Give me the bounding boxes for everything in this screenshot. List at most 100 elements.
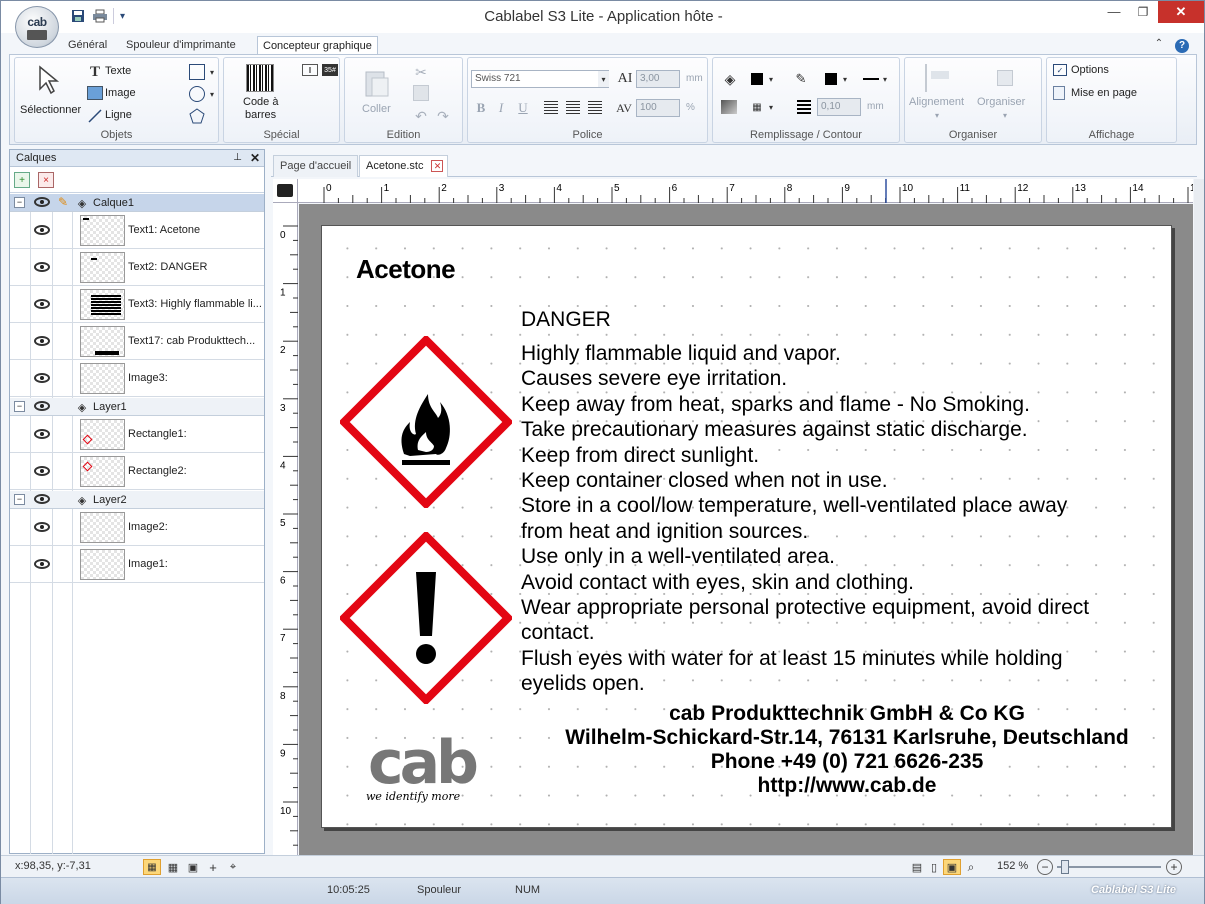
ellipse-dropdown-icon[interactable]: ▾ — [208, 86, 216, 102]
text-tool-button[interactable]: Texte — [105, 65, 131, 77]
fill-color-dropdown-icon[interactable]: ▾ — [767, 72, 775, 86]
font-family-select[interactable]: Swiss 721 — [471, 70, 609, 88]
pattern-dropdown-icon[interactable]: ▾ — [767, 100, 775, 114]
collapse-icon[interactable]: − — [14, 197, 25, 208]
visibility-eye-icon[interactable] — [34, 336, 50, 346]
zoom-slider-track[interactable] — [1057, 866, 1161, 868]
help-icon[interactable]: ? — [1171, 33, 1193, 55]
delete-layer-icon[interactable]: × — [38, 172, 54, 188]
page-layout-button[interactable]: Mise en page — [1071, 87, 1137, 99]
pattern-grid-icon[interactable]: ▦ — [751, 100, 763, 114]
company-address-block[interactable]: cab Produkttechnik GmbH & Co KG Wilhelm-… — [532, 702, 1162, 798]
label-signal-word[interactable]: DANGER — [521, 308, 611, 332]
line-width-field[interactable]: 0,10 — [817, 98, 861, 116]
zoom-in-button[interactable]: + — [1166, 859, 1182, 875]
visibility-eye-icon[interactable] — [34, 262, 50, 272]
line-tool-icon[interactable] — [87, 108, 103, 124]
grid-icon[interactable]: ▦ — [165, 859, 181, 875]
close-tab-icon[interactable]: ✕ — [431, 160, 444, 172]
ellipse-tool-icon[interactable] — [189, 86, 205, 102]
polygon-tool-icon[interactable] — [189, 108, 205, 124]
italic-button[interactable]: I — [494, 100, 508, 116]
redo-icon[interactable]: ↷ — [435, 108, 451, 124]
label-page[interactable]: Acetone DANGER Highly flammable liquid a… — [321, 225, 1172, 828]
visibility-eye-icon[interactable] — [34, 494, 50, 504]
barcode-icon[interactable] — [246, 64, 274, 92]
align-icon[interactable] — [925, 64, 953, 92]
line-tool-button[interactable]: Ligne — [105, 109, 132, 121]
zoom-out-button[interactable]: − — [1037, 859, 1053, 875]
crosshair-icon[interactable]: + — [205, 859, 221, 875]
snap-grid-icon[interactable]: ▦ — [143, 859, 161, 875]
collapse-icon[interactable]: − — [14, 401, 25, 412]
align-right-icon[interactable] — [588, 101, 602, 115]
line-style-icon[interactable] — [863, 78, 879, 80]
tab-general[interactable]: Général — [63, 36, 112, 55]
font-size-field[interactable]: 3,00 — [636, 70, 680, 88]
pin-icon[interactable]: ⊥ — [233, 150, 242, 166]
align-dropdown-icon[interactable]: ▾ — [933, 110, 941, 120]
fit-page-icon[interactable]: ▣ — [943, 859, 961, 875]
line-width-icon[interactable] — [797, 100, 811, 114]
copy-icon[interactable] — [413, 85, 429, 101]
align-center-icon[interactable] — [566, 101, 580, 115]
line-style-dropdown-icon[interactable]: ▾ — [881, 72, 889, 86]
label-title[interactable]: Acetone — [356, 254, 456, 285]
layer-item[interactable]: Image1: — [10, 546, 264, 583]
select-cursor-icon[interactable] — [33, 64, 65, 96]
single-page-icon[interactable]: ▯ — [927, 859, 941, 875]
arrange-button[interactable]: Organiser — [977, 96, 1025, 108]
image-tool-button[interactable]: Image — [105, 87, 136, 99]
font-dropdown-icon[interactable]: ▾ — [598, 71, 609, 87]
tab-spooler[interactable]: Spouleur d'imprimante — [121, 36, 241, 55]
visibility-eye-icon[interactable] — [34, 299, 50, 309]
minimize-button[interactable]: — — [1099, 1, 1129, 23]
ribbon-collapse-icon[interactable]: ⌃ — [1149, 33, 1169, 55]
paste-icon[interactable] — [361, 66, 393, 100]
image-tool-icon[interactable] — [87, 86, 103, 100]
rectangle-tool-icon[interactable] — [189, 64, 205, 80]
underline-button[interactable]: U — [516, 100, 530, 116]
zoom-icon[interactable]: ⌕ — [963, 859, 979, 875]
visibility-eye-icon[interactable] — [34, 225, 50, 235]
layer-item[interactable]: Image2: — [10, 509, 264, 546]
layer-item[interactable]: Rectangle1: — [10, 416, 264, 453]
visibility-eye-icon[interactable] — [34, 401, 50, 411]
layer-header-layer2[interactable]: − ◈ Layer2 — [10, 491, 264, 509]
variable-field-icon[interactable]: I — [302, 64, 318, 76]
options-button[interactable]: Options — [1071, 64, 1109, 76]
cab-logo[interactable]: cab we identify more — [366, 728, 488, 804]
collapse-icon[interactable]: − — [14, 494, 25, 505]
arrange-icon[interactable] — [991, 64, 1019, 92]
close-panel-icon[interactable]: ✕ — [250, 150, 260, 166]
barcode-button-line1[interactable]: Code à — [243, 96, 278, 108]
cut-icon[interactable]: ✂ — [413, 64, 429, 80]
fill-pattern-icon[interactable] — [721, 100, 737, 114]
text-tool-icon[interactable]: T — [87, 64, 103, 80]
page-view-icon[interactable]: ▤ — [909, 859, 925, 875]
undo-icon[interactable]: ↶ — [413, 108, 429, 124]
page-layout-icon[interactable] — [1053, 86, 1065, 100]
barcode-button-line2[interactable]: barres — [245, 109, 276, 121]
outline-pen-icon[interactable]: ✎ — [793, 71, 809, 87]
font-scale-field[interactable]: 100 — [636, 99, 680, 117]
tab-acetone-file[interactable]: Acetone.stc ✕ — [359, 155, 449, 177]
layer-item[interactable]: Image3: — [10, 360, 264, 397]
outline-color-swatch[interactable] — [825, 73, 837, 85]
add-layer-icon[interactable]: + — [14, 172, 30, 188]
rectangle-dropdown-icon[interactable]: ▾ — [208, 64, 216, 80]
visibility-eye-icon[interactable] — [34, 373, 50, 383]
fill-bucket-icon[interactable]: ◈ — [721, 70, 739, 88]
align-button[interactable]: Alignement — [909, 96, 964, 108]
options-icon[interactable]: ✓ — [1053, 64, 1067, 76]
arrange-dropdown-icon[interactable]: ▾ — [1001, 110, 1009, 120]
edit-pencil-icon[interactable]: ✎ — [56, 195, 70, 209]
close-button[interactable]: ✕ — [1158, 1, 1204, 23]
bold-button[interactable]: B — [474, 100, 488, 116]
layer-item[interactable]: Rectangle2: — [10, 453, 264, 490]
fill-color-swatch[interactable] — [751, 73, 763, 85]
layer-item[interactable]: Text1: Acetone — [10, 212, 264, 249]
tab-graphic-designer[interactable]: Concepteur graphique — [257, 36, 378, 55]
align-left-icon[interactable] — [544, 101, 558, 115]
visibility-eye-icon[interactable] — [34, 559, 50, 569]
